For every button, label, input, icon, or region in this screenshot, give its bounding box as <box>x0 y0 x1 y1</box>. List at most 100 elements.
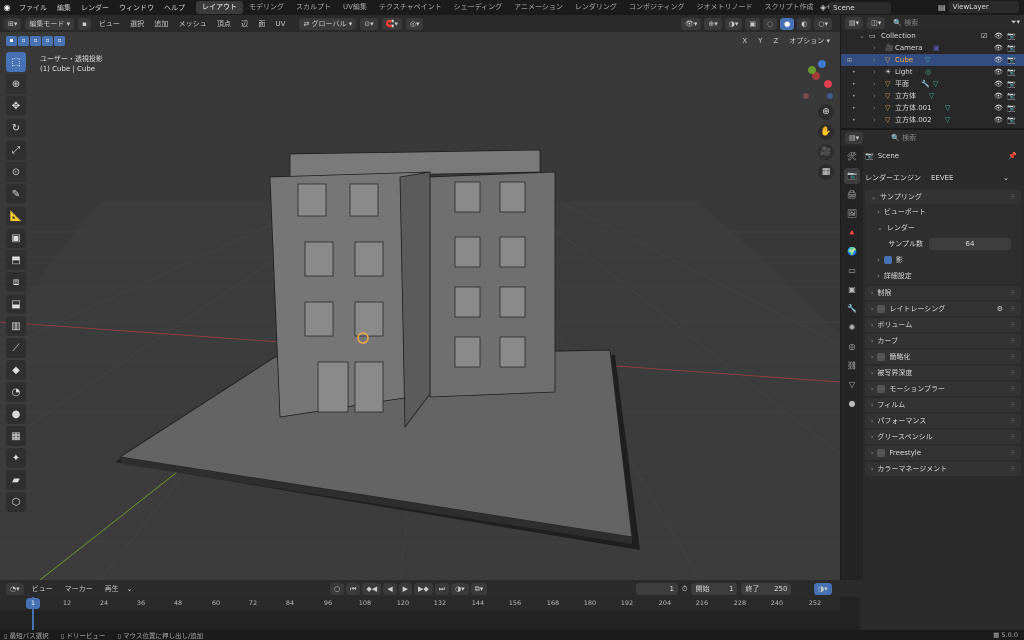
prev-keyframe-icon[interactable]: ◆◀ <box>362 583 382 595</box>
rotate-tool-icon[interactable]: ↻ <box>6 118 26 138</box>
xray-icon[interactable]: ▣ <box>745 17 761 30</box>
menu-uv[interactable]: UV <box>272 20 290 28</box>
drag-grip-icon[interactable]: ⠿ <box>1011 290 1015 297</box>
render-camera-icon[interactable]: 📷 <box>1007 104 1016 112</box>
play-icon[interactable]: ▶ <box>398 583 412 595</box>
panel-freestyle[interactable]: › Freestyle ⠿ <box>865 446 1021 460</box>
visibility-eye-icon[interactable]: 👁 <box>994 104 1003 112</box>
expand-arrow-icon[interactable]: › <box>873 92 876 100</box>
menu-edge[interactable]: 辺 <box>237 20 252 28</box>
drag-grip-icon[interactable]: ⠿ <box>1011 386 1015 393</box>
light-data-icon[interactable]: ◎ <box>925 68 931 76</box>
render-camera-icon[interactable]: 📷 <box>1007 92 1016 100</box>
outliner-row-cube-002[interactable]: • › ▽ 立方体.002 ▽ 👁 📷 <box>841 114 1024 126</box>
tool-tab-icon[interactable]: 🛠 <box>844 149 860 165</box>
menu-view[interactable]: ビュー <box>95 20 124 28</box>
object-tab-icon[interactable]: ▣ <box>844 282 860 298</box>
view-layer-tab-icon[interactable]: 🖼 <box>844 206 860 222</box>
subpanel-advanced[interactable]: › 詳細設定 <box>865 268 1021 284</box>
scene-name-field[interactable]: Scene <box>829 1 892 14</box>
spin-tool-icon[interactable]: ◔ <box>6 382 26 402</box>
panel-motion-blur[interactable]: › モーションブラー ⠿ <box>865 382 1021 396</box>
menu-vertex[interactable]: 頂点 <box>213 20 235 28</box>
select-vertex-mode-icon[interactable]: ▪ <box>78 17 91 30</box>
drag-grip-icon[interactable]: ⠿ <box>1011 418 1015 425</box>
collection-tab-icon[interactable]: ▭ <box>844 263 860 279</box>
render-camera-icon[interactable]: 📷 <box>1007 68 1016 76</box>
drag-grip-icon[interactable]: ⠿ <box>1011 306 1015 313</box>
transform-orientation-dropdown[interactable]: ⇄ グローバル ▾ <box>299 17 357 30</box>
outliner-row-camera[interactable]: › 🎥 Camera ▣ 👁 📷 <box>841 42 1024 54</box>
data-tab-icon[interactable]: ▽ <box>844 377 860 393</box>
bevel-tool-icon[interactable]: ⬓ <box>6 294 26 314</box>
panel-performance[interactable]: › パフォーマンス ⠿ <box>865 414 1021 428</box>
drag-grip-icon[interactable]: ⠿ <box>1011 354 1015 361</box>
drag-grip-icon[interactable]: ⠿ <box>1011 338 1015 345</box>
shading-material-icon[interactable]: ◐ <box>797 17 812 30</box>
shrink-fatten-tool-icon[interactable]: ✦ <box>6 448 26 468</box>
tab-compositing[interactable]: コンポジティング <box>623 1 691 14</box>
smooth-tool-icon[interactable]: ● <box>6 404 26 424</box>
render-tab-icon[interactable]: 📷 <box>844 168 860 184</box>
expand-arrow-icon[interactable]: › <box>873 44 876 52</box>
overlay-visibility-icon[interactable]: 👁▾ <box>681 17 702 30</box>
render-camera-icon[interactable]: 📷 <box>1007 116 1016 124</box>
panel-film[interactable]: › フィルム ⠿ <box>865 398 1021 412</box>
particles-tab-icon[interactable]: ✺ <box>844 320 860 336</box>
overlays-icon[interactable]: ◑▾ <box>724 17 743 30</box>
visibility-eye-icon[interactable]: 👁 <box>994 92 1003 100</box>
render-camera-icon[interactable]: 📷 <box>1007 56 1016 64</box>
render-camera-icon[interactable]: 📷 <box>1007 44 1016 52</box>
rip-tool-icon[interactable]: ⬡ <box>6 492 26 512</box>
simplify-checkbox[interactable] <box>877 353 886 361</box>
select-mode-intersect-icon[interactable]: ▫ <box>54 36 65 46</box>
raytracing-checkbox[interactable] <box>877 305 886 313</box>
properties-editor-type-icon[interactable]: ▤▾ <box>845 132 864 144</box>
gizmo-toggle-icon[interactable]: ⊕▾ <box>704 17 722 30</box>
expand-arrow-icon[interactable]: › <box>873 104 876 112</box>
timeline-menu-view[interactable]: ビュー <box>28 584 57 594</box>
collection-check-icon[interactable]: ☑ <box>981 32 987 40</box>
annotate-tool-icon[interactable]: ✎ <box>6 184 26 204</box>
pin-icon[interactable]: 📌 <box>1008 152 1017 160</box>
expand-arrow-icon[interactable]: ⌄ <box>859 32 865 40</box>
world-tab-icon[interactable]: 🌍 <box>844 244 860 260</box>
mirror-z-button[interactable]: Z <box>769 35 783 47</box>
mesh-data-icon[interactable]: ▽ <box>929 92 934 100</box>
blender-logo-icon[interactable]: ◉ <box>0 0 14 15</box>
constraints-tab-icon[interactable]: ⛓ <box>844 358 860 374</box>
jump-end-icon[interactable]: ⏭ <box>434 583 450 595</box>
expand-arrow-icon[interactable]: › <box>873 68 876 76</box>
mirror-x-button[interactable]: X <box>738 35 752 47</box>
current-frame-input[interactable]: 1 <box>636 583 678 595</box>
outliner-row-cube[interactable]: ⊞ › ▽ Cube ▽ 👁 📷 <box>841 54 1024 66</box>
properties-search-input[interactable]: 🔍 検索 <box>887 132 998 144</box>
mesh-data-icon[interactable]: ▽ <box>925 56 930 64</box>
drag-grip-icon[interactable]: ⠿ <box>1011 434 1015 441</box>
menu-file[interactable]: ファイル <box>14 3 52 13</box>
tab-sculpt[interactable]: スカルプト <box>290 1 337 14</box>
select-mode-new-icon[interactable]: ▪ <box>6 36 17 46</box>
edge-slide-tool-icon[interactable]: ▦ <box>6 426 26 446</box>
physics-tab-icon[interactable]: ◎ <box>844 339 860 355</box>
scene-selector[interactable]: ◈ Scene <box>820 1 932 14</box>
motion-blur-checkbox[interactable] <box>877 385 886 393</box>
drag-grip-icon[interactable]: ⠿ <box>1011 466 1015 473</box>
view-layer-selector[interactable]: ▤ ViewLayer <box>938 1 1019 13</box>
inset-tool-icon[interactable]: ⧈ <box>6 272 26 292</box>
poly-build-tool-icon[interactable]: ◆ <box>6 360 26 380</box>
scale-tool-icon[interactable]: ⤢ <box>6 140 26 160</box>
display-mode-icon[interactable]: ◫▾ <box>867 16 886 29</box>
subpanel-viewport[interactable]: › ビューポート <box>865 204 1021 220</box>
shadows-checkbox[interactable] <box>883 256 892 264</box>
shear-tool-icon[interactable]: ▰ <box>6 470 26 490</box>
output-tab-icon[interactable]: 🖨 <box>844 187 860 203</box>
tab-scripting[interactable]: スクリプト作成 <box>759 1 820 14</box>
visibility-eye-icon[interactable]: 👁 <box>994 80 1003 88</box>
drag-grip-icon[interactable]: ⠿ <box>1011 370 1015 377</box>
camera-view-icon[interactable]: 🎥 <box>818 144 834 160</box>
timeline-overlay-icon[interactable]: ◑▾ <box>814 583 832 595</box>
menu-add[interactable]: 追加 <box>150 20 172 28</box>
keying-icon[interactable]: ◑▾ <box>451 583 469 595</box>
render-camera-icon[interactable]: 📷 <box>1007 80 1016 88</box>
